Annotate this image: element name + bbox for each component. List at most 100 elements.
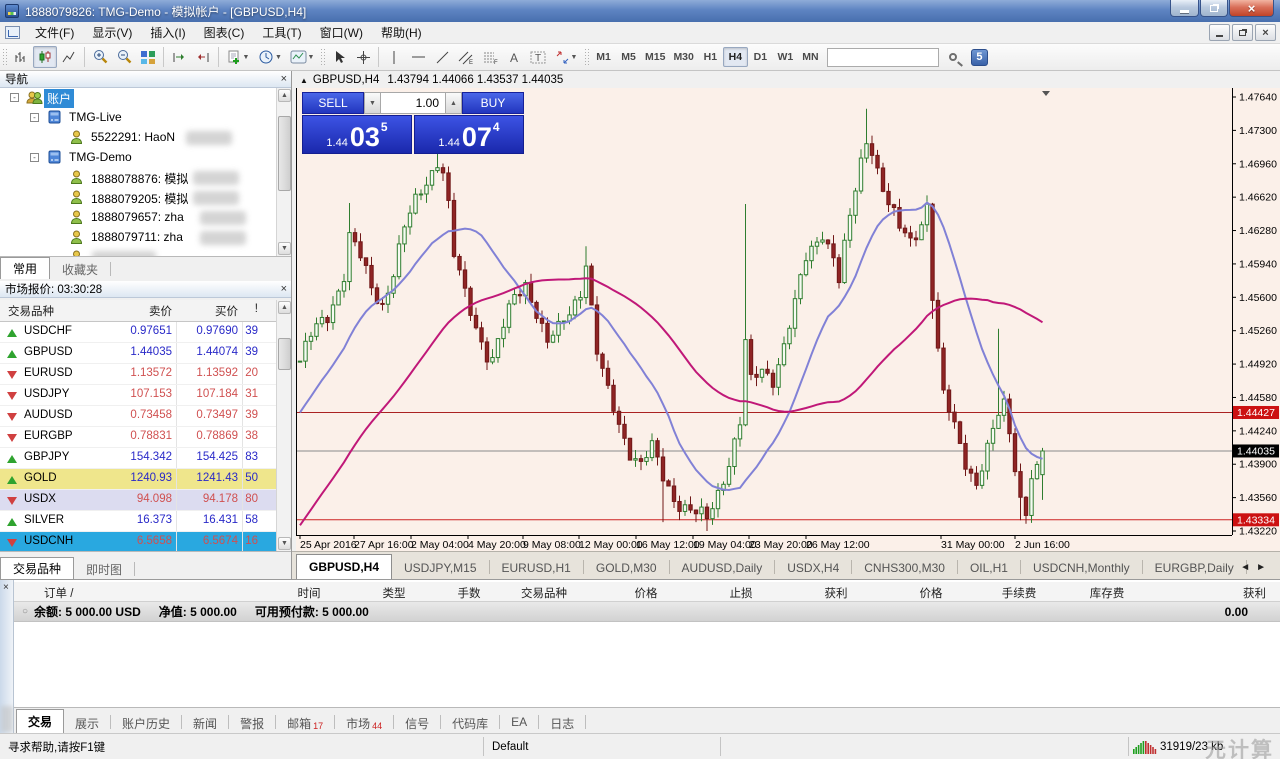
chart-period-icon[interactable]: ▼ xyxy=(254,46,286,68)
trendline-icon[interactable] xyxy=(430,46,454,68)
timeframe-button-m1[interactable]: M1 xyxy=(591,47,616,67)
toolbar-drag-handle[interactable] xyxy=(584,48,589,66)
chart-tab-cnhs300-m30[interactable]: CNHS300,M30 xyxy=(852,556,957,579)
orders-column-2[interactable]: 类型 xyxy=(383,585,406,601)
buy-price-button[interactable]: 1.44 07 4 xyxy=(414,115,524,154)
sell-button[interactable]: SELL xyxy=(302,92,364,114)
orders-column-10[interactable]: 库存费 xyxy=(1090,585,1125,601)
orders-column-11[interactable]: 获利 xyxy=(1243,585,1266,601)
menu-item[interactable]: 显示(V) xyxy=(83,21,141,44)
chart-collapse-icon[interactable]: ▲ xyxy=(300,76,308,85)
tree-item[interactable] xyxy=(0,248,276,256)
market-watch-row[interactable]: USDCNH 6.5658 6.5674 16 xyxy=(0,532,276,551)
zoom-in-icon[interactable] xyxy=(88,46,112,68)
market-watch-row[interactable]: GOLD 1240.93 1241.43 50 xyxy=(0,469,276,490)
auto-scroll-icon[interactable] xyxy=(167,46,191,68)
market-watch-header[interactable]: 市场报价: 03:30:28 × xyxy=(0,281,291,298)
crosshair-icon[interactable] xyxy=(351,46,375,68)
orders-column-8[interactable]: 价格 xyxy=(920,585,943,601)
chart-shift-icon[interactable] xyxy=(191,46,215,68)
market-watch-row[interactable]: GBPJPY 154.342 154.425 83 xyxy=(0,448,276,469)
new-order-icon[interactable]: ▼ xyxy=(222,46,254,68)
sell-price-button[interactable]: 1.44 03 5 xyxy=(302,115,412,154)
tree-item[interactable]: 1888079657: zha xyxy=(0,208,276,228)
orders-column-0[interactable]: 订单 / xyxy=(44,585,73,601)
terminal-tab-2[interactable]: 账户历史 xyxy=(111,712,181,733)
chart-tab-usdjpy-m15[interactable]: USDJPY,M15 xyxy=(392,556,488,579)
tree-expander-icon[interactable]: - xyxy=(30,153,39,162)
terminal-tab-1[interactable]: 展示 xyxy=(64,712,110,733)
orders-column-3[interactable]: 手数 xyxy=(458,585,481,601)
timeframe-button-mn[interactable]: MN xyxy=(798,47,823,67)
timeframe-button-h4[interactable]: H4 xyxy=(722,47,748,67)
orders-column-header[interactable]: 订单 / 时间 类型 手数 交易品种 价格 止损 获利 价格 手续费 库存费 获利 xyxy=(14,582,1280,602)
chart-tab-eurgbp-daily[interactable]: EURGBP,Daily xyxy=(1143,556,1246,579)
navigator-tab-1[interactable]: 收藏夹 xyxy=(50,259,110,279)
toolbar-search-input[interactable] xyxy=(826,47,939,67)
navigator-scrollbar[interactable]: ▲ ▼ xyxy=(276,88,291,256)
price-chart[interactable]: 1.47640 1.47300 1.46960 1.46620 1.46280 1.459… xyxy=(296,88,1280,551)
terminal-tab-6[interactable]: 市场 44 xyxy=(335,712,393,733)
terminal-tab-5[interactable]: 邮箱 17 xyxy=(276,712,334,733)
orders-column-7[interactable]: 获利 xyxy=(825,585,848,601)
timeframe-button-w1[interactable]: W1 xyxy=(773,47,798,67)
market-watch-row[interactable]: USDJPY 107.153 107.184 31 xyxy=(0,385,276,406)
navigator-tab-0[interactable]: 常用 xyxy=(0,257,51,279)
horizontal-line-icon[interactable] xyxy=(406,46,430,68)
tree-item[interactable]: 5522291: HaoN xyxy=(0,128,276,148)
timeframe-button-h1[interactable]: H1 xyxy=(698,47,723,67)
volume-increase-button[interactable]: ▲ xyxy=(445,92,462,114)
buy-button[interactable]: BUY xyxy=(462,92,524,114)
chart-minimize-button[interactable] xyxy=(1209,24,1230,41)
close-button[interactable]: × xyxy=(1229,0,1274,17)
market-watch-tab-1[interactable]: 即时图 xyxy=(74,559,134,579)
candlestick-chart-icon[interactable] xyxy=(33,46,57,68)
toolbar-drag-handle[interactable] xyxy=(320,48,325,66)
market-watch-tab-0[interactable]: 交易品种 xyxy=(0,557,75,579)
volume-decrease-button[interactable]: ▼ xyxy=(364,92,381,114)
terminal-tab-3[interactable]: 新闻 xyxy=(182,712,228,733)
tree-item[interactable]: - TMG-Live xyxy=(0,108,276,128)
fibonacci-icon[interactable]: F xyxy=(478,46,502,68)
navigator-close-icon[interactable]: × xyxy=(281,72,287,86)
tree-item[interactable]: - 账户 xyxy=(0,88,276,108)
equidistant-channel-icon[interactable]: E xyxy=(454,46,478,68)
menu-item[interactable]: 窗口(W) xyxy=(311,21,372,44)
market-watch-row[interactable]: USDCHF 0.97651 0.97690 39 xyxy=(0,322,276,343)
tree-item[interactable]: 1888079205: 模拟 xyxy=(0,188,276,208)
chart-tab-eurusd-h1[interactable]: EURUSD,H1 xyxy=(490,556,583,579)
market-watch-table[interactable]: USDCHF 0.97651 0.97690 39 GBPUSD 1.44035 1.440… xyxy=(0,322,276,551)
chart-restore-button[interactable] xyxy=(1232,24,1253,41)
title-bar[interactable]: 1888079826: TMG-Demo - 模拟帐户 - [GBPUSD,H4… xyxy=(0,0,1280,22)
status-profile[interactable]: Default xyxy=(492,741,528,753)
terminal-tab-9[interactable]: EA xyxy=(500,712,538,733)
navigator-header[interactable]: 导航 × xyxy=(0,71,291,88)
menu-item[interactable]: 文件(F) xyxy=(26,21,83,44)
menu-item[interactable]: 图表(C) xyxy=(195,21,254,44)
tree-item[interactable]: - TMG-Demo xyxy=(0,148,276,168)
chart-tab-usdx-h4[interactable]: USDX,H4 xyxy=(775,556,851,579)
timeframe-button-d1[interactable]: D1 xyxy=(748,47,773,67)
market-watch-row[interactable]: EURUSD 1.13572 1.13592 20 xyxy=(0,364,276,385)
tree-item[interactable]: 1888079711: zha xyxy=(0,228,276,248)
chart-close-button[interactable]: × xyxy=(1255,24,1276,41)
market-watch-row[interactable]: USDX 94.098 94.178 80 xyxy=(0,490,276,511)
templates-icon[interactable]: ▼ xyxy=(286,46,318,68)
chart-header[interactable]: ▲ GBPUSD,H4 1.43794 1.44066 1.43537 1.44… xyxy=(292,72,1280,88)
terminal-drag-strip[interactable]: × xyxy=(0,580,14,734)
timeframe-button-m30[interactable]: M30 xyxy=(669,47,697,67)
tabs-scroll-left-icon[interactable]: ◄ xyxy=(1240,562,1256,573)
orders-column-9[interactable]: 手续费 xyxy=(1002,585,1037,601)
market-watch-close-icon[interactable]: × xyxy=(281,282,287,296)
market-watch-row[interactable]: SILVER 16.373 16.431 58 xyxy=(0,511,276,532)
toolbar-drag-handle[interactable] xyxy=(2,48,7,66)
orders-column-1[interactable]: 时间 xyxy=(298,585,321,601)
mql5-community-icon[interactable]: 5 xyxy=(970,48,988,66)
text-tool-icon[interactable]: A xyxy=(502,46,526,68)
terminal-tab-10[interactable]: 日志 xyxy=(539,712,585,733)
text-label-icon[interactable]: T xyxy=(526,46,550,68)
tree-expander-icon[interactable]: - xyxy=(10,93,19,102)
chart-tab-usdcnh-monthly[interactable]: USDCNH,Monthly xyxy=(1021,556,1142,579)
line-chart-icon[interactable] xyxy=(57,46,81,68)
volume-input[interactable] xyxy=(381,92,445,114)
